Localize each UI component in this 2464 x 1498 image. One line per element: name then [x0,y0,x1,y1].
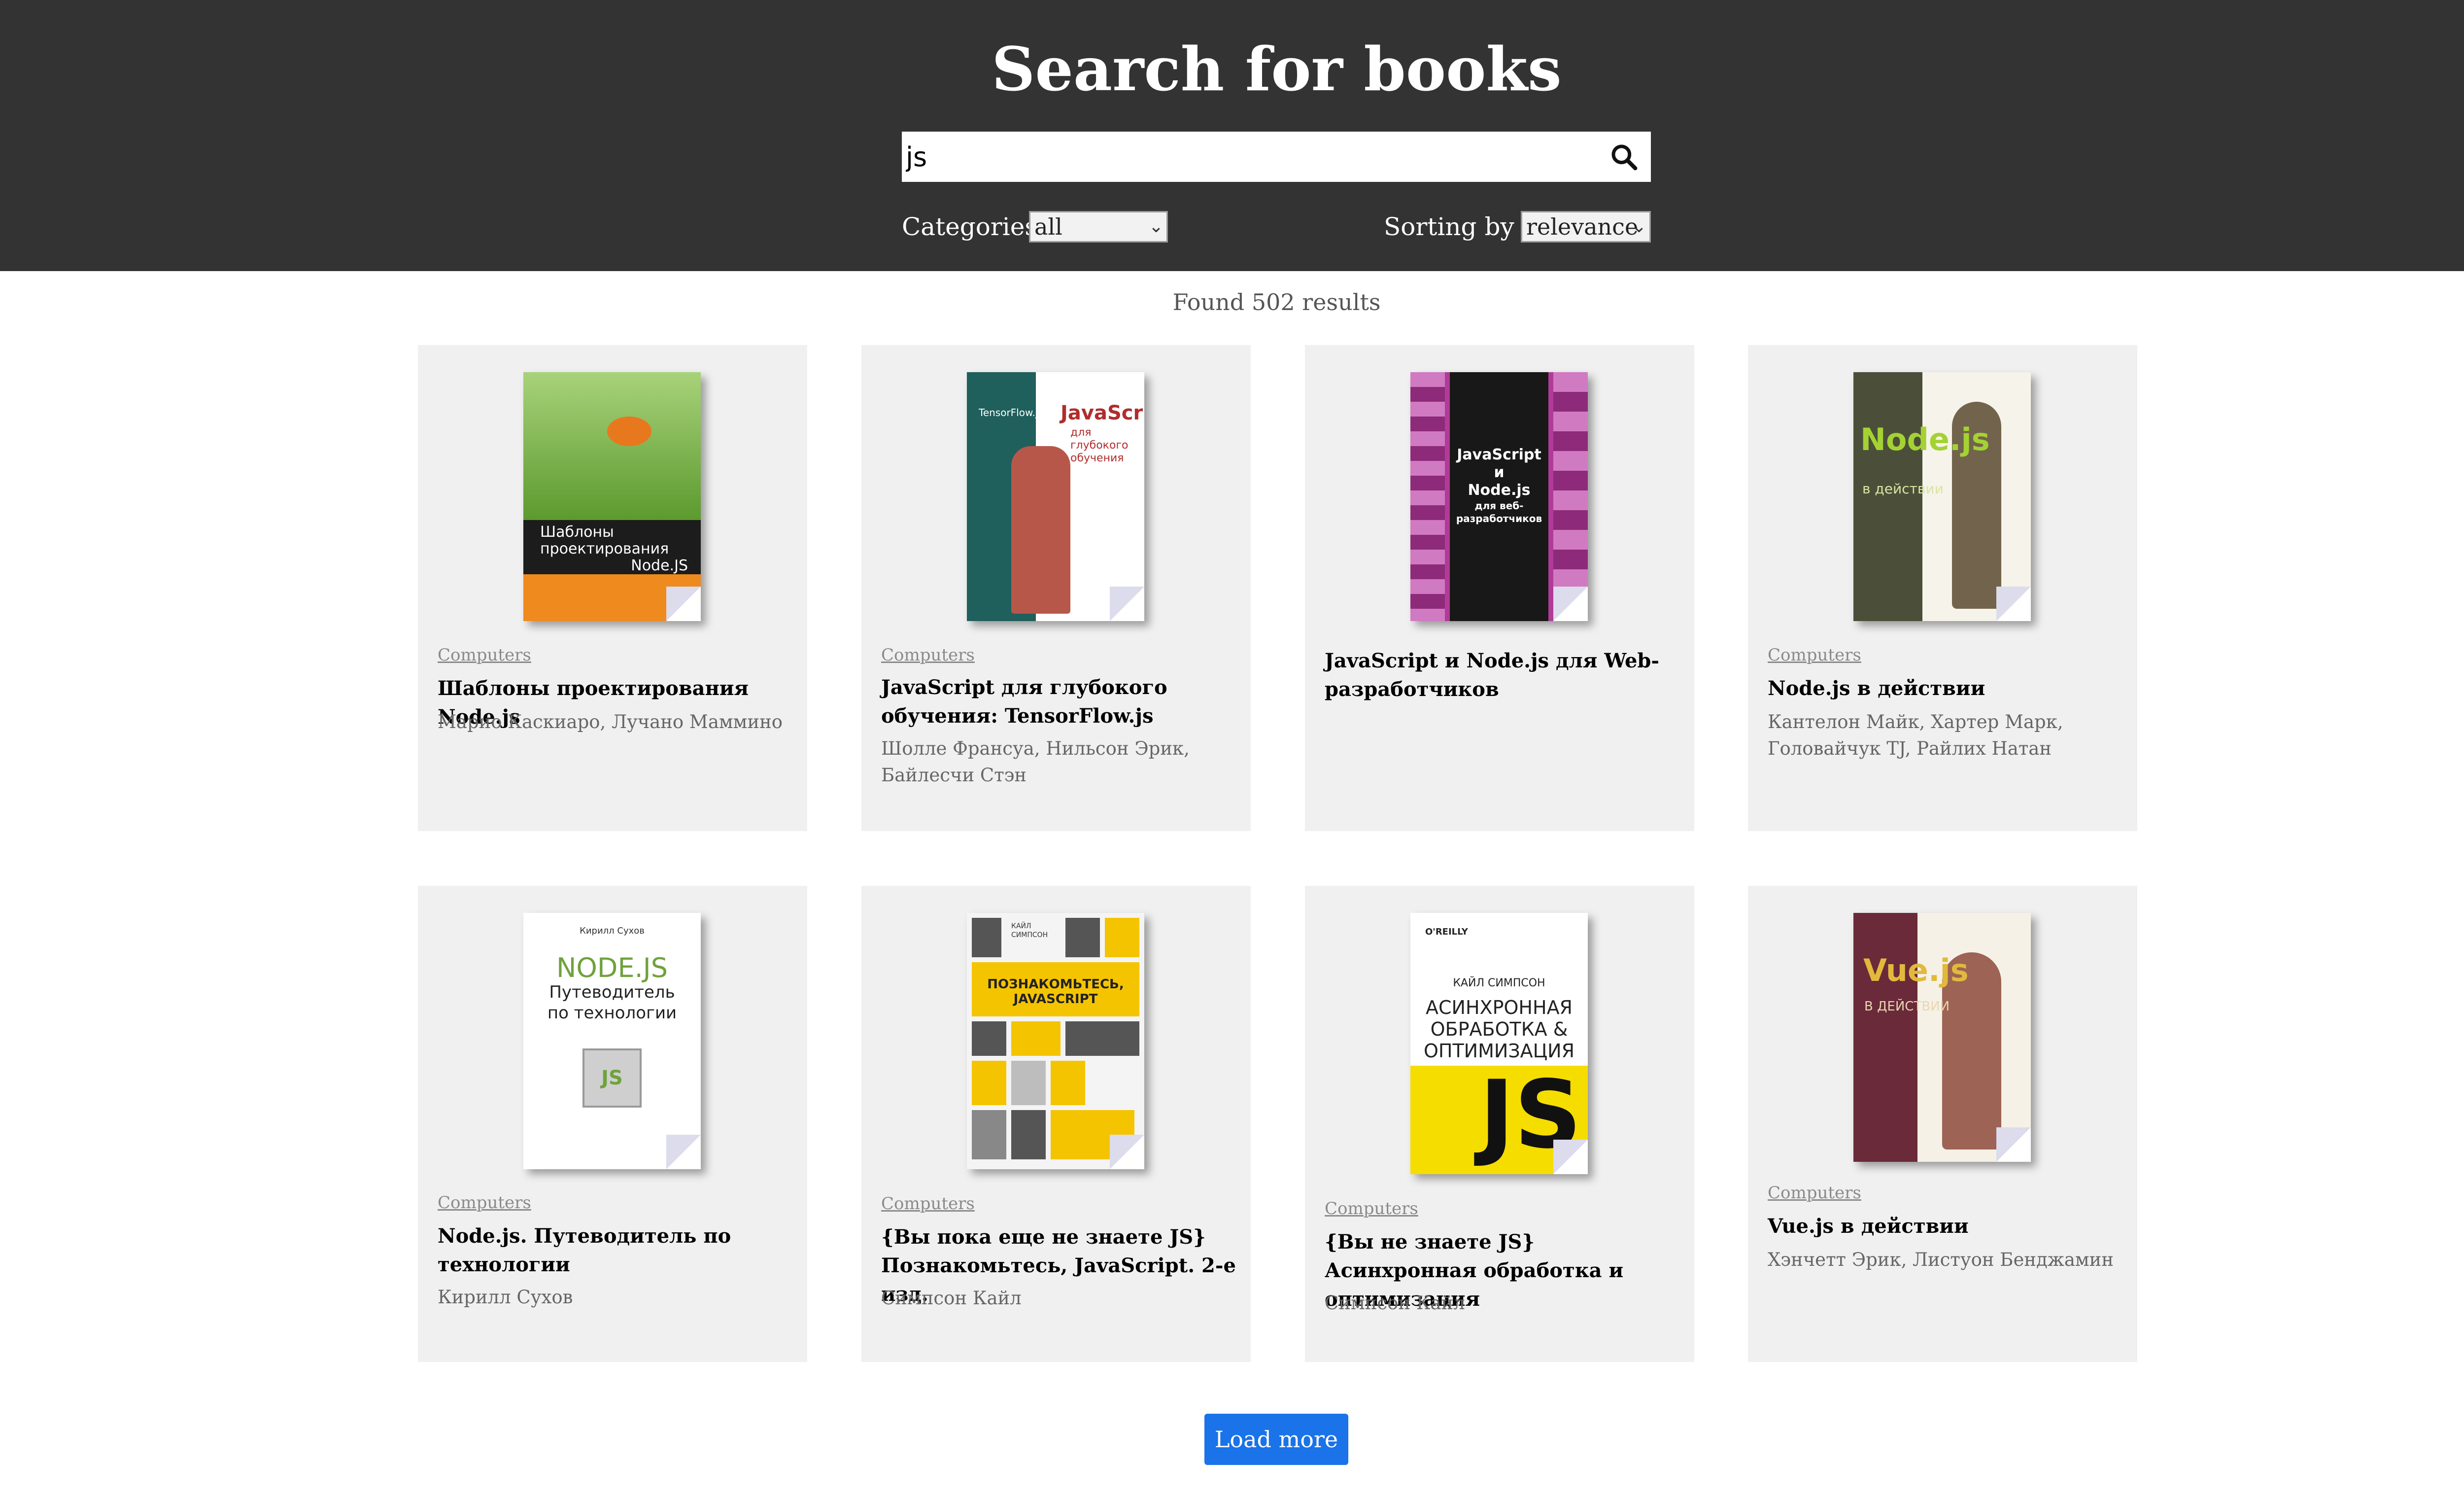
book-card[interactable]: TensorFlow.js JavaScript для глубокогооб… [861,345,1251,831]
book-cover: TensorFlow.js JavaScript для глубокогооб… [967,372,1144,621]
chevron-down-icon: ⌄ [1631,216,1646,237]
cover-title: Шаблоны проектирования Node.JS [540,523,688,574]
book-card[interactable]: Node.js в действии Computers Node.js в д… [1748,345,2137,831]
book-authors: Симпсон Кайл [881,1288,1022,1309]
book-authors: Кирилл Сухов [438,1287,573,1308]
book-card[interactable]: O'REILLY КАЙЛ СИМПСОН АСИНХРОННАЯ ОБРАБОТ… [1305,886,1694,1362]
book-cover: Vue.js В ДЕЙСТВИИ [1853,913,2031,1162]
book-authors: Шолле Франсуа, Нильсон Эрик, Байлесчи Ст… [881,738,1190,786]
cover-title: JavaScript и Node.js для веб- разработчик… [1456,446,1542,524]
book-category[interactable]: Computers [1325,1197,1418,1220]
book-card[interactable]: Шаблоны проектирования Node.JS Computers … [418,345,807,831]
sorting-select[interactable]: relevance ⌄ [1521,211,1651,243]
cover-title: Vue.js [1863,952,1969,988]
cover-series: TensorFlow.js [979,407,1043,418]
book-authors: Хэнчетт Эрик, Листуон Бенджамин [1768,1249,2114,1270]
cover-title: JavaScript [1061,402,1144,424]
book-cover: Node.js в действии [1853,372,2031,621]
sorting-label: Sorting by [1384,212,1514,241]
results-count: Found 502 results [1172,289,1381,315]
load-more-button[interactable]: Load more [1204,1414,1348,1465]
search-header: Search for books Categories all ⌄ Sortin… [0,0,2464,271]
book-title[interactable]: Node.js. Путеводитель по технологии [438,1222,792,1279]
book-title[interactable]: Node.js в действии [1768,674,2122,703]
book-authors: Марио Каскиаро, Лучано Маммино [438,711,783,732]
search-icon [1611,144,1638,171]
book-card[interactable]: Vue.js В ДЕЙСТВИИ Computers Vue.js в дей… [1748,886,2137,1362]
book-cover: JavaScript и Node.js для веб- разработчик… [1410,372,1588,621]
categories-select[interactable]: all ⌄ [1029,211,1168,243]
book-authors: Кантелон Майк, Хартер Марк, Головайчук T… [1768,711,2063,759]
categories-label: Categories [902,212,1037,241]
book-cover: O'REILLY КАЙЛ СИМПСОН АСИНХРОННАЯ ОБРАБОТ… [1410,913,1588,1174]
book-category[interactable]: Computers [438,1191,531,1214]
book-authors: Симпсон Кайл [1325,1292,1465,1314]
book-card[interactable]: КАЙЛ СИМПСОН ПОЗНАКОМЬТЕСЬ, JAVASCRIPT Com… [861,886,1251,1362]
search-button[interactable] [1602,135,1646,179]
book-cover: Шаблоны проектирования Node.JS [523,372,701,621]
sorting-selected-value: relevance [1526,213,1639,240]
book-card[interactable]: Кирилл Сухов NODE.JS Путеводитель по техн… [418,886,807,1362]
book-category[interactable]: Computers [881,644,975,666]
search-box [902,132,1651,182]
categories-selected-value: all [1034,213,1062,240]
search-input[interactable] [906,132,1586,182]
book-category[interactable]: Computers [1768,644,1861,666]
book-category[interactable]: Computers [881,1192,975,1215]
book-cover: Кирилл Сухов NODE.JS Путеводитель по техн… [523,913,701,1169]
book-title[interactable]: JavaScript и Node.js для Web-разработчик… [1325,647,1679,704]
cover-title: АСИНХРОННАЯ ОБРАБОТКА & ОПТИМИЗАЦИЯ [1423,997,1575,1062]
book-category[interactable]: Computers [1768,1182,1861,1204]
page-title: Search for books [992,34,1562,105]
book-title[interactable]: Vue.js в действии [1768,1212,2122,1241]
book-title[interactable]: JavaScript для глубокого обучения: Tenso… [881,673,1236,731]
cover-title: Node.js [1860,421,1990,457]
book-cover: КАЙЛ СИМПСОН ПОЗНАКОМЬТЕСЬ, JAVASCRIPT [967,913,1144,1169]
book-card[interactable]: JavaScript и Node.js для веб- разработчик… [1305,345,1694,831]
chevron-down-icon: ⌄ [1148,216,1164,237]
cover-title: NODE.JS [556,952,668,983]
book-category[interactable]: Computers [438,644,531,666]
cover-title: ПОЗНАКОМЬТЕСЬ, JAVASCRIPT [987,977,1124,1007]
